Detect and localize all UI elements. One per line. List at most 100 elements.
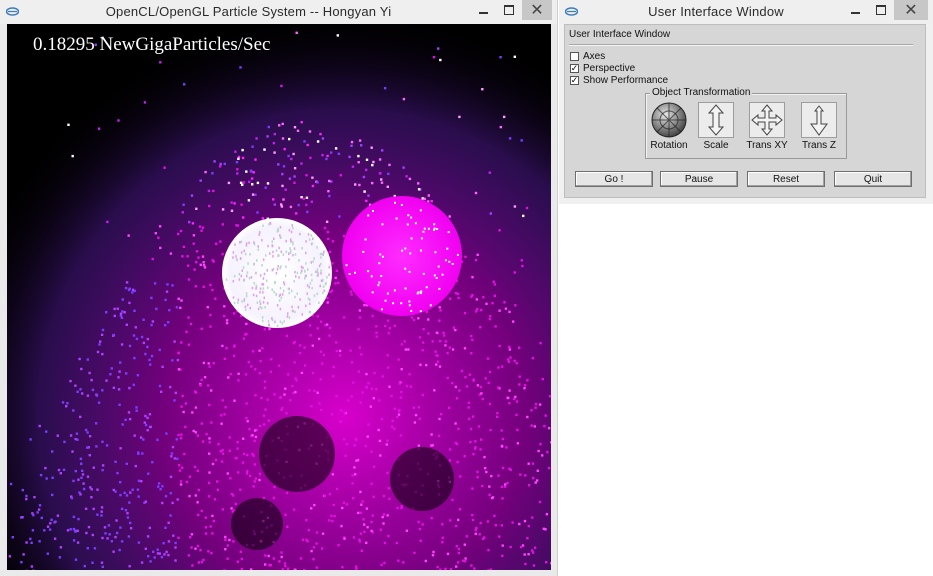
move-xy-icon[interactable] [749, 102, 785, 138]
particle [379, 172, 382, 175]
particle [519, 473, 522, 476]
move-z-icon[interactable] [801, 102, 837, 138]
particle [233, 312, 236, 315]
tool-label: Trans Z [801, 140, 837, 151]
checkbox-box[interactable]: ✓ [570, 63, 579, 73]
particle [457, 427, 460, 431]
sparkle [313, 294, 316, 297]
particle [221, 452, 225, 455]
particle [96, 488, 99, 491]
particle [338, 349, 342, 353]
particle [251, 193, 255, 196]
reset-button[interactable]: Reset [747, 171, 825, 187]
sparkle [410, 216, 413, 219]
particle [46, 552, 49, 555]
particle [31, 529, 35, 532]
particle [382, 513, 386, 516]
particle [369, 405, 372, 408]
scale-arrow-icon[interactable] [698, 102, 734, 138]
sparkle [307, 233, 310, 236]
particle [431, 444, 434, 447]
sparkle [288, 258, 290, 261]
particle [237, 379, 240, 382]
particle [180, 433, 183, 436]
sparkle [262, 224, 264, 227]
particle [223, 569, 226, 570]
particle [381, 375, 384, 378]
pause-button[interactable]: Pause [660, 171, 738, 187]
particle [393, 407, 396, 410]
rotation-sphere-icon[interactable] [651, 102, 687, 138]
particle [252, 485, 255, 488]
close-button[interactable]: ✕ [522, 0, 552, 20]
particle [402, 561, 405, 564]
particle [328, 326, 332, 330]
sparkle [316, 246, 318, 249]
particle [332, 503, 335, 507]
particle [438, 306, 441, 309]
particle [112, 488, 115, 492]
particle [117, 376, 120, 379]
sparkle [306, 284, 309, 287]
particle [523, 519, 527, 523]
particle [398, 382, 401, 385]
particle [497, 474, 500, 477]
particle [59, 472, 62, 475]
particle [455, 524, 458, 528]
particle [367, 382, 370, 385]
rotation-control[interactable]: Rotation [649, 102, 689, 154]
trans-z-control[interactable]: Trans Z [799, 102, 839, 154]
particle [110, 540, 113, 543]
particle [53, 537, 57, 540]
particle [303, 140, 306, 143]
close-button[interactable]: ✕ [894, 0, 928, 20]
go-button[interactable]: Go ! [575, 171, 653, 187]
particle [242, 337, 246, 340]
particle [264, 186, 267, 189]
maximize-button[interactable] [868, 0, 894, 20]
particle [54, 520, 57, 523]
particle [451, 348, 455, 351]
particle [199, 179, 202, 182]
particle [303, 568, 306, 570]
particle [282, 165, 286, 168]
titlebar[interactable]: User Interface Window ✕ [559, 0, 933, 24]
particle [186, 255, 189, 258]
particle [153, 282, 157, 285]
particle [513, 359, 516, 363]
sparkle [276, 324, 279, 328]
particle [263, 380, 267, 383]
particle [442, 331, 445, 334]
checkbox-box[interactable]: ✓ [570, 75, 579, 85]
particle [319, 350, 323, 353]
particle [533, 546, 537, 549]
particle [188, 220, 191, 224]
trans-xy-control[interactable]: Trans XY [746, 102, 788, 154]
minimize-button[interactable] [470, 0, 496, 20]
particle [101, 352, 104, 356]
sparkle [309, 298, 311, 302]
particle [84, 507, 88, 510]
particle [108, 533, 111, 536]
particle [359, 490, 362, 494]
particle [373, 465, 376, 468]
particle [371, 163, 374, 167]
quit-button[interactable]: Quit [834, 171, 912, 187]
particle [101, 389, 104, 392]
particle [208, 452, 211, 455]
particle [273, 485, 276, 489]
particle [255, 137, 258, 140]
particle [538, 500, 542, 504]
minimize-button[interactable] [842, 0, 868, 20]
scale-control[interactable]: Scale [696, 102, 736, 154]
checkbox-box[interactable] [570, 51, 579, 61]
checkbox-axes[interactable]: Axes [570, 50, 605, 62]
maximize-button[interactable] [496, 0, 522, 20]
particle [363, 523, 366, 526]
particle [491, 302, 494, 305]
checkbox-show-performance[interactable]: ✓ Show Performance [570, 74, 668, 86]
particle [76, 390, 79, 393]
titlebar[interactable]: OpenCL/OpenGL Particle System -- Hongyan… [0, 0, 557, 24]
checkbox-perspective[interactable]: ✓ Perspective [570, 62, 635, 74]
opengl-canvas[interactable]: 0.18295 NewGigaParticles/Sec [7, 24, 551, 570]
